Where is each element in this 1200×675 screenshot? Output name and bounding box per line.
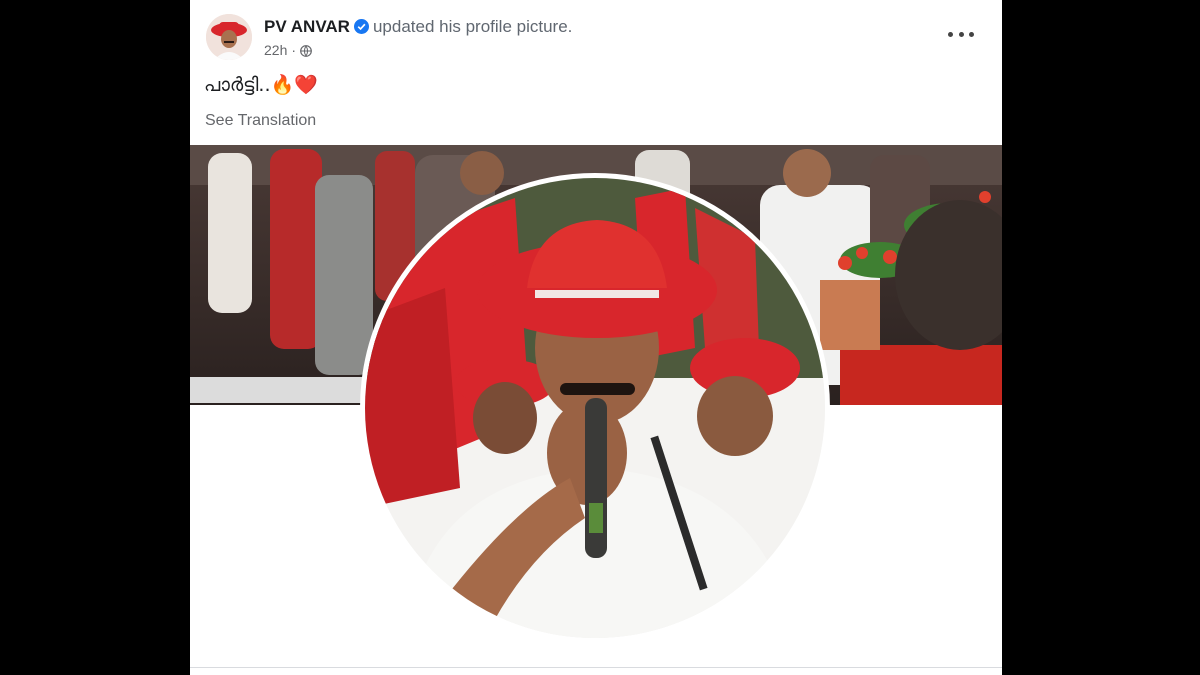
- avatar-image: [206, 14, 252, 60]
- author-avatar[interactable]: [206, 14, 252, 60]
- caption-emoji: 🔥❤️: [270, 74, 318, 96]
- profile-picture-image: [365, 178, 825, 638]
- verified-badge-icon: [353, 19, 369, 34]
- meta-separator: ·: [291, 42, 297, 58]
- facebook-post: PV ANVAR updated his profile picture. 22h…: [190, 0, 1002, 675]
- post-divider: [190, 667, 1002, 668]
- post-header: PV ANVAR updated his profile picture. 22h…: [190, 0, 1002, 145]
- globe-icon[interactable]: [300, 44, 312, 57]
- see-translation-link[interactable]: See Translation: [205, 112, 316, 130]
- caption-text: പാർട്ടി..: [204, 74, 271, 96]
- post-meta: 22h ·: [264, 42, 312, 58]
- author-line: PV ANVAR updated his profile picture.: [264, 17, 572, 37]
- author-name[interactable]: PV ANVAR: [264, 17, 350, 36]
- more-options-icon[interactable]: [948, 24, 974, 44]
- post-timestamp[interactable]: 22h: [264, 42, 287, 58]
- post-action-text: updated his profile picture.: [372, 17, 573, 36]
- profile-picture[interactable]: [360, 173, 830, 643]
- post-caption: പാർട്ടി..🔥❤️: [204, 73, 318, 96]
